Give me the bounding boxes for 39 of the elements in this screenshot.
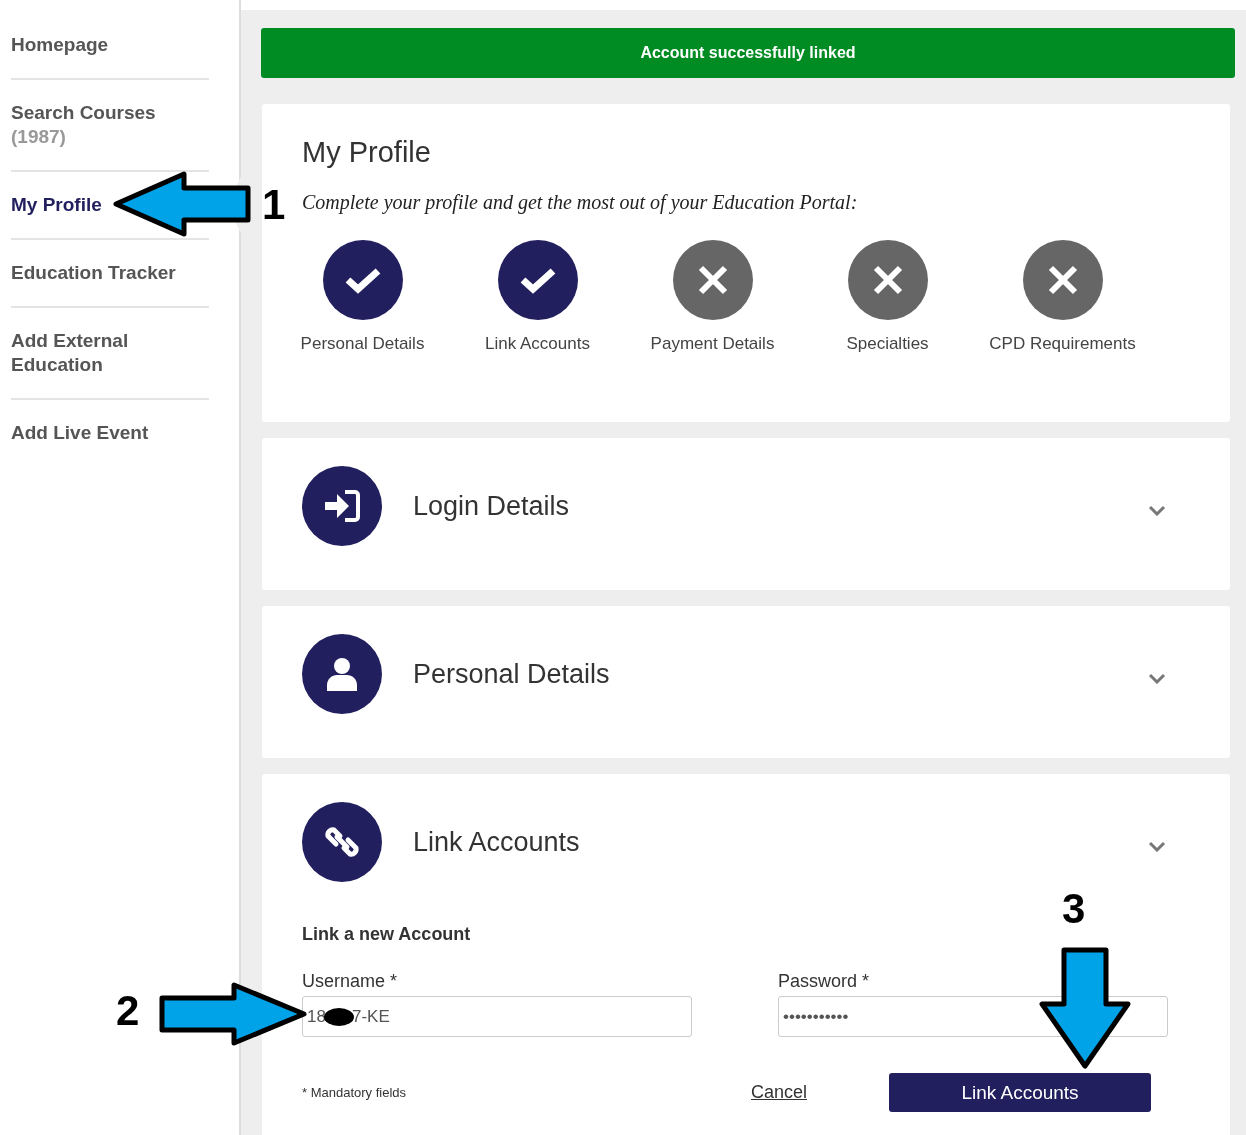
check-icon bbox=[344, 266, 381, 294]
step-label: CPD Requirements bbox=[989, 334, 1136, 354]
field-label: Username * bbox=[302, 971, 399, 992]
chevron-icon[interactable] bbox=[1148, 504, 1166, 516]
chevron-icon[interactable] bbox=[1148, 840, 1166, 852]
mandatory-note: * Mandatory fields bbox=[302, 1085, 408, 1100]
success-banner: Account successfully linked bbox=[261, 28, 1235, 78]
sign-in-icon bbox=[323, 489, 361, 523]
cross-icon bbox=[871, 264, 904, 296]
user-icon bbox=[325, 657, 359, 691]
step-number: 2 bbox=[116, 990, 140, 1032]
step-label: Link Accounts bbox=[485, 334, 590, 354]
section-title[interactable]: Link Accounts bbox=[413, 826, 1148, 858]
cross-icon bbox=[696, 264, 729, 296]
step-number: 3 bbox=[1062, 888, 1086, 930]
sidebar-item[interactable]: Homepage bbox=[11, 33, 109, 57]
card-title: My Profile bbox=[302, 136, 432, 169]
redaction-mark bbox=[323, 1007, 354, 1026]
card-subtitle: Complete your profile and get the most out of your Education Portal: bbox=[302, 191, 859, 214]
link-accounts-button[interactable]: Link Accounts bbox=[889, 1073, 1151, 1112]
sidebar-item[interactable]: My Profile bbox=[11, 193, 102, 217]
cancel-link[interactable]: Cancel bbox=[750, 1082, 807, 1103]
input-field[interactable]: 18 7-KE bbox=[302, 996, 692, 1037]
sidebar-item[interactable]: Add Live Event bbox=[11, 421, 149, 445]
form-heading: Link a new Account bbox=[302, 924, 471, 945]
section-title[interactable]: Login Details bbox=[413, 490, 1148, 522]
step-label: Payment Details bbox=[650, 334, 775, 354]
step-label: Specialties bbox=[846, 334, 929, 354]
step-label: Personal Details bbox=[300, 334, 425, 354]
cross-icon bbox=[1046, 264, 1079, 296]
sidebar-item[interactable]: Education Tracker bbox=[11, 261, 176, 285]
section-title[interactable]: Personal Details bbox=[413, 658, 1148, 690]
sidebar-item[interactable]: Search Courses (1987) bbox=[11, 101, 156, 149]
step-number: 1 bbox=[262, 184, 286, 226]
link-icon bbox=[324, 824, 360, 860]
chevron-icon[interactable] bbox=[1148, 672, 1166, 684]
sidebar-item[interactable]: Add External Education bbox=[11, 329, 209, 377]
check-icon bbox=[519, 266, 556, 294]
field-label: Password * bbox=[778, 971, 871, 992]
